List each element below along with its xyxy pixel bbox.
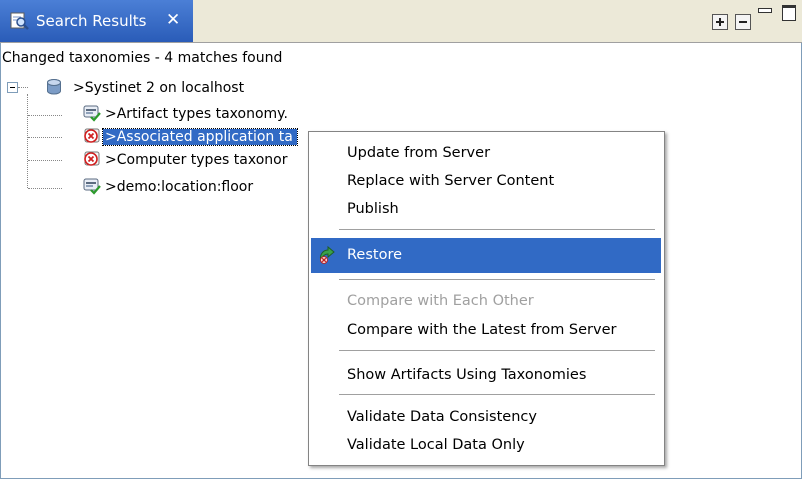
- taxonomy-error-icon: [84, 128, 100, 143]
- menu-item-validate-local-data-only[interactable]: Validate Local Data Only: [311, 430, 661, 460]
- taxonomy-ok-icon: [83, 105, 101, 122]
- tree-node-label: >Systinet 2 on localhost: [73, 80, 245, 96]
- menu-item-label: Validate Data Consistency: [347, 409, 537, 425]
- menu-item-label: Restore: [347, 247, 403, 263]
- menu-item-update-from-server[interactable]: Update from Server: [311, 138, 661, 168]
- tree-connector: [28, 137, 62, 138]
- view-titlebar: Search Results ✕: [0, 0, 802, 43]
- menu-item-restore[interactable]: Restore: [311, 238, 661, 273]
- collapse-all-icon[interactable]: [735, 14, 751, 30]
- tree-connector: [18, 87, 28, 88]
- tree-node-computer-types[interactable]: >Computer types taxonor: [103, 149, 289, 171]
- menu-item-compare-with-latest[interactable]: Compare with the Latest from Server: [311, 315, 661, 345]
- menu-item-replace-with-server-content[interactable]: Replace with Server Content: [311, 166, 661, 196]
- tree-node-label: >Computer types taxonor: [105, 152, 288, 168]
- tree-connector: [28, 188, 62, 189]
- close-icon[interactable]: ✕: [166, 9, 180, 31]
- expand-all-icon[interactable]: [712, 14, 728, 30]
- menu-separator: [339, 229, 655, 231]
- menu-item-label: Update from Server: [347, 145, 491, 161]
- tree-node-label: >Associated application ta: [102, 128, 298, 146]
- menu-item-show-artifacts-using-taxonomies[interactable]: Show Artifacts Using Taxonomies: [311, 360, 661, 390]
- tree-node-label: >demo:location:floor: [105, 179, 254, 195]
- minimize-icon[interactable]: [758, 8, 772, 13]
- tree-node-demo-location-floor[interactable]: >demo:location:floor: [103, 176, 255, 198]
- tree-node-associated-application[interactable]: >Associated application ta: [102, 126, 298, 148]
- menu-item-label: Publish: [347, 201, 399, 217]
- tree-connector: [28, 160, 62, 161]
- menu-item-label: Compare with the Latest from Server: [347, 322, 617, 338]
- menu-item-compare-with-each-other: Compare with Each Other: [311, 286, 661, 316]
- tree-node-label: >Artifact types taxonomy.: [105, 106, 288, 122]
- menu-item-label: Replace with Server Content: [347, 173, 555, 189]
- menu-item-label: Show Artifacts Using Taxonomies: [347, 367, 587, 383]
- server-icon: [47, 79, 61, 95]
- restore-icon: [320, 245, 335, 264]
- results-summary: Changed taxonomies - 4 matches found: [2, 50, 283, 66]
- menu-item-publish[interactable]: Publish: [311, 194, 661, 224]
- menu-item-label: Validate Local Data Only: [347, 437, 525, 453]
- tree-connector: [27, 94, 28, 188]
- search-icon: [10, 12, 29, 30]
- tree-node-artifact-types[interactable]: >Artifact types taxonomy.: [103, 103, 290, 125]
- tab-title: Search Results: [36, 12, 147, 30]
- collapse-toggle[interactable]: [7, 82, 18, 93]
- taxonomy-error-icon: [84, 151, 100, 166]
- menu-separator: [339, 279, 655, 281]
- menu-item-label: Compare with Each Other: [347, 293, 534, 309]
- menu-separator: [339, 350, 655, 352]
- tree-connector: [28, 115, 62, 116]
- tree-node-root[interactable]: >Systinet 2 on localhost: [71, 77, 246, 99]
- taxonomy-ok-icon: [83, 178, 101, 195]
- context-menu: Update from Server Replace with Server C…: [308, 131, 665, 466]
- maximize-icon[interactable]: [782, 5, 796, 21]
- tab-search-results[interactable]: Search Results ✕: [0, 0, 193, 42]
- menu-item-validate-data-consistency[interactable]: Validate Data Consistency: [311, 402, 661, 432]
- menu-separator: [339, 394, 655, 396]
